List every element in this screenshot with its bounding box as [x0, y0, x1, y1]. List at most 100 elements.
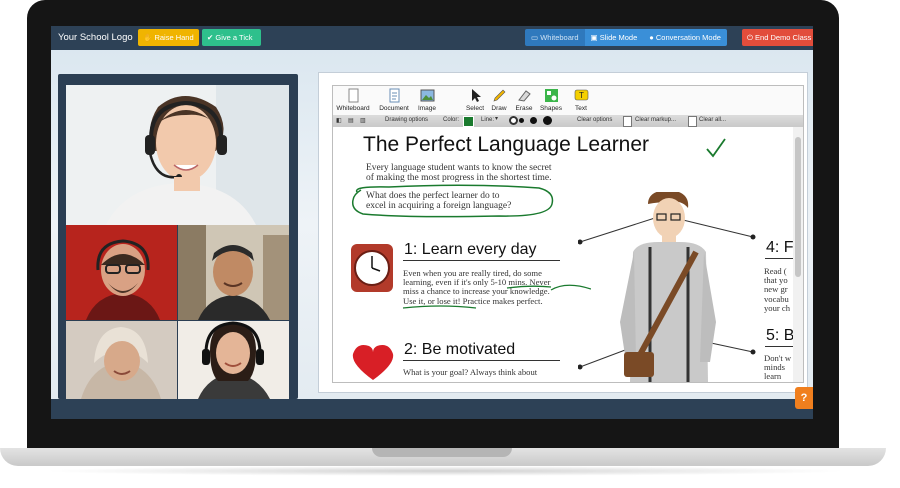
- lesson-intro-line-2: of making the most progress in the short…: [366, 172, 552, 183]
- document-icon: [389, 88, 399, 103]
- student-avatar-4: [178, 321, 289, 399]
- whiteboard-panel: Whiteboard Document Image Select Draw Er…: [318, 72, 808, 393]
- options-bar: ◧ ▤ ▥ Drawing options Color: Line: ▾ Cle…: [333, 115, 803, 127]
- teacher-video[interactable]: [66, 85, 289, 225]
- drawing-options-label: Drawing options: [385, 117, 429, 123]
- main-area: Whiteboard Document Image Select Draw Er…: [51, 50, 813, 399]
- lesson-intro: Every language student wants to know the…: [366, 163, 616, 183]
- line-width-xs[interactable]: [509, 116, 518, 125]
- check-icon: ✔: [207, 33, 214, 42]
- student-avatar-3: [66, 321, 177, 399]
- tool-image-label: Image: [417, 105, 437, 112]
- school-logo: Your School Logo: [58, 32, 133, 43]
- shapes-icon: [544, 89, 558, 102]
- clock-icon: [351, 244, 393, 292]
- slide-mode-label: Slide Mode: [599, 33, 638, 42]
- tool-erase-label: Erase: [515, 105, 533, 112]
- point-5-line-3: learn: [764, 371, 782, 382]
- color-label: Color:: [443, 117, 460, 123]
- green-checkmark-icon: [706, 138, 726, 158]
- point-4-body: Read ( that yo new gr vocabu your ch: [764, 266, 793, 313]
- slides-icon: ▣: [590, 33, 598, 42]
- slide-mode-button[interactable]: ▣ Slide Mode: [584, 29, 644, 46]
- end-demo-class-label: End Demo Class: [755, 33, 812, 42]
- mode-switcher: ▭ Whiteboard ▣ Slide Mode ● Conversation…: [525, 29, 727, 46]
- svg-text:T: T: [579, 91, 584, 100]
- end-demo-class-button[interactable]: ⏻ End Demo Class: [742, 29, 813, 46]
- point-2-line-1: What is your goal? Always think about: [403, 367, 538, 377]
- student-video-2[interactable]: [178, 225, 289, 320]
- app-screen: Your School Logo ✋ Raise Hand ✔ Give a T…: [51, 26, 813, 419]
- image-icon: [420, 89, 434, 102]
- point-5-heading: 5: B: [766, 327, 793, 344]
- laptop-notch: [372, 448, 512, 457]
- laptop-shadow: [40, 466, 850, 476]
- chat-icon: ●: [649, 33, 654, 42]
- point-2-heading: 2: Be motivated: [404, 341, 516, 358]
- point-4-rule: [765, 258, 793, 259]
- conversation-mode-label: Conversation Mode: [655, 33, 721, 42]
- color-swatch[interactable]: [463, 116, 474, 127]
- tool-shapes-label: Shapes: [539, 105, 563, 112]
- tool-text[interactable]: T Text: [561, 88, 601, 112]
- scrollbar-thumb[interactable]: [795, 137, 801, 277]
- point-2-body: What is your goal? Always think about: [403, 367, 603, 377]
- student-avatar-1: [66, 225, 177, 320]
- line-label: Line:: [481, 117, 495, 123]
- text-tool-icon: T: [574, 89, 588, 101]
- paste-icon[interactable]: ▥: [360, 117, 366, 124]
- point-5-rule: [765, 346, 793, 347]
- eraser-icon: [517, 90, 531, 102]
- clear-all-page-icon: [688, 116, 697, 127]
- whiteboard-toolbar: Whiteboard Document Image Select Draw Er…: [333, 86, 803, 116]
- student-video-3[interactable]: [66, 321, 177, 399]
- line-width-s[interactable]: [519, 118, 524, 123]
- give-tick-button[interactable]: ✔ Give a Tick: [202, 29, 261, 46]
- copy-icon[interactable]: ▤: [348, 117, 354, 124]
- green-ink-underlines: [402, 284, 591, 309]
- lesson-title: The Perfect Language Learner: [363, 133, 650, 156]
- line-dropdown-arrow-icon[interactable]: ▾: [495, 115, 498, 122]
- whiteboard-scrollbar[interactable]: [793, 127, 803, 382]
- video-panel: [58, 74, 298, 399]
- line-width-l[interactable]: [543, 116, 552, 125]
- green-ink-ellipse: [351, 184, 554, 218]
- undo-icon[interactable]: ◧: [336, 117, 342, 124]
- whiteboard-mode-button[interactable]: ▭ Whiteboard: [525, 29, 585, 46]
- point-1-rule: [403, 260, 560, 261]
- point-2-rule: [403, 360, 560, 361]
- student-avatar-2: [178, 225, 289, 320]
- tool-whiteboard[interactable]: Whiteboard: [333, 88, 373, 112]
- point-4-heading: 4: F: [766, 239, 793, 256]
- student-illustration: [578, 192, 756, 382]
- tool-whiteboard-label: Whiteboard: [336, 105, 370, 112]
- give-tick-label: Give a Tick: [215, 33, 253, 42]
- point-1-heading: 1: Learn every day: [404, 241, 537, 258]
- top-bar: Your School Logo ✋ Raise Hand ✔ Give a T…: [51, 26, 813, 50]
- help-icon[interactable]: ?: [795, 387, 813, 409]
- line-width-m[interactable]: [530, 117, 537, 124]
- raise-hand-button[interactable]: ✋ Raise Hand: [138, 29, 199, 46]
- clear-markup-button[interactable]: Clear markup...: [635, 117, 676, 123]
- student-video-1[interactable]: [66, 225, 177, 320]
- heart-icon: [352, 345, 394, 380]
- student-video-4[interactable]: [178, 321, 289, 399]
- conversation-mode-button[interactable]: ● Conversation Mode: [643, 29, 727, 46]
- raise-hand-label: Raise Hand: [154, 33, 194, 42]
- whiteboard-frame: Whiteboard Document Image Select Draw Er…: [332, 85, 804, 383]
- bottom-bar: [51, 399, 813, 419]
- blank-page-icon: [348, 88, 358, 103]
- hand-icon: ✋: [143, 33, 153, 42]
- tool-image[interactable]: Image: [407, 88, 447, 112]
- teacher-avatar: [66, 85, 289, 225]
- whiteboard-canvas[interactable]: The Perfect Language Learner Every langu…: [333, 127, 793, 382]
- clear-markup-page-icon: [623, 116, 632, 127]
- whiteboard-mode-label: Whiteboard: [540, 33, 579, 42]
- tool-document-label: Document: [379, 105, 409, 112]
- clear-all-button[interactable]: Clear all...: [699, 117, 726, 123]
- tool-text-label: Text: [575, 105, 587, 112]
- point-4-line-5: your ch: [764, 302, 791, 313]
- clear-options-label: Clear options: [577, 117, 613, 123]
- monitor-icon: ▭: [531, 33, 539, 42]
- point-5-body: Don't w minds learn: [764, 353, 793, 382]
